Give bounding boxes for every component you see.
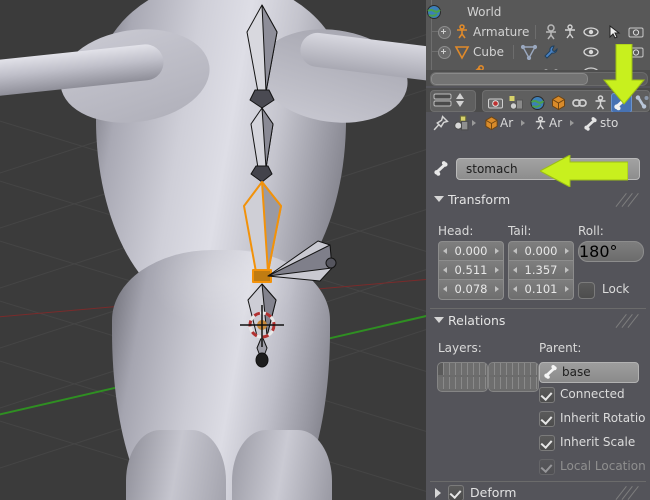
pin-icon[interactable] — [432, 115, 449, 136]
outliner-row-world[interactable]: World — [426, 2, 650, 22]
chevron-down-icon — [434, 317, 444, 323]
bone-icon — [543, 364, 559, 384]
deform-panel-title: Deform — [470, 485, 517, 500]
expand-icon-cube[interactable] — [438, 46, 451, 59]
world-icon — [426, 4, 442, 20]
object-cube-icon — [484, 116, 499, 135]
roll-label: Roll: — [578, 224, 604, 238]
layers-grid-first[interactable] — [437, 362, 488, 392]
outliner-label-cube: Cube — [473, 45, 504, 59]
armature-icon — [454, 24, 470, 40]
inherit-rotation-checkbox[interactable] — [539, 411, 555, 427]
blender-window: World Armature Cube Ar Ar sto stomach Tr… — [0, 0, 650, 500]
roll-value: 180° — [579, 242, 618, 261]
head-z-value: 0.078 — [454, 282, 488, 296]
pose-icon[interactable] — [562, 24, 578, 40]
constraints-tab[interactable] — [569, 93, 590, 113]
armature-data-icon[interactable] — [543, 24, 559, 40]
local-location-checkbox — [539, 459, 555, 475]
parent-field[interactable]: base — [539, 362, 639, 383]
tail-y-field[interactable]: 1.357 — [508, 260, 574, 281]
object-tab[interactable] — [548, 93, 569, 113]
head-y-value: 0.511 — [454, 263, 488, 277]
tail-z-value: 0.101 — [524, 282, 558, 296]
scrollbar-thumb[interactable] — [431, 73, 588, 85]
panel-grip — [615, 486, 646, 500]
connected-checkbox[interactable] — [539, 387, 555, 403]
eye-icon[interactable] — [583, 24, 599, 40]
bone-name-value: stomach — [466, 162, 518, 176]
outliner-label-world: World — [467, 5, 502, 19]
mesh-triangle-icon — [454, 44, 470, 60]
panel-grip — [615, 193, 646, 208]
browse-icon[interactable] — [453, 115, 470, 136]
breadcrumb-item-armature[interactable]: Ar — [549, 116, 562, 130]
lock-checkbox[interactable] — [578, 282, 595, 299]
armature-bones[interactable] — [0, 0, 426, 500]
outliner-row-cube[interactable]: Cube — [426, 42, 650, 62]
editor-type-selector[interactable] — [430, 90, 476, 112]
breadcrumb[interactable]: Ar Ar sto — [426, 112, 650, 136]
parent-value: base — [562, 365, 591, 379]
relations-panel-header[interactable]: Relations — [426, 311, 650, 331]
bone-name-row: stomach — [426, 158, 650, 180]
inherit-rotation-label: Inherit Rotatio — [560, 411, 646, 425]
tail-z-field[interactable]: 0.101 — [508, 279, 574, 300]
head-label: Head: — [438, 224, 474, 238]
head-x-value: 0.000 — [454, 244, 488, 258]
roll-field[interactable]: 180° — [578, 241, 644, 262]
outliner-row-armature[interactable]: Armature — [426, 22, 650, 42]
mesh-data-icon[interactable] — [520, 44, 538, 61]
bone-name-input[interactable]: stomach — [456, 158, 640, 180]
panel-grip — [615, 314, 646, 329]
bone-constraint-tab[interactable] — [632, 93, 650, 113]
chevron-right-icon — [435, 488, 441, 498]
relations-panel-title: Relations — [448, 313, 506, 328]
3d-cursor — [240, 305, 284, 347]
properties-tab-group[interactable] — [482, 90, 650, 113]
armature-tab[interactable] — [590, 93, 611, 113]
expand-icon-armature[interactable] — [438, 26, 451, 39]
scene-tab[interactable] — [506, 93, 527, 113]
properties-tab-bar[interactable] — [426, 88, 650, 113]
connected-label: Connected — [560, 387, 625, 401]
camera-render-icon[interactable] — [628, 24, 644, 40]
render-tab[interactable] — [485, 93, 506, 113]
armature-icon — [533, 116, 548, 135]
tail-y-value: 1.357 — [524, 263, 558, 277]
wrench-modifier-icon[interactable] — [543, 44, 559, 60]
cursor-icon — [607, 24, 623, 40]
outliner-label-armature: Armature — [473, 25, 530, 39]
lock-label: Lock — [602, 282, 630, 296]
properties-column: World Armature Cube Ar Ar sto stomach Tr… — [426, 0, 650, 500]
chevron-down-icon — [434, 196, 444, 202]
transform-panel-header[interactable]: Transform — [426, 190, 650, 210]
bone-icon — [433, 160, 450, 181]
inherit-scale-label: Inherit Scale — [560, 435, 636, 449]
deform-panel-header[interactable]: Deform — [426, 483, 650, 500]
transform-panel-title: Transform — [448, 192, 511, 207]
camera-render-icon[interactable] — [628, 44, 644, 60]
world-tab[interactable] — [527, 93, 548, 113]
inherit-scale-checkbox[interactable] — [539, 435, 555, 451]
head-y-field[interactable]: 0.511 — [438, 260, 504, 281]
eye-icon[interactable] — [583, 44, 599, 60]
outliner-horizontal-scrollbar[interactable] — [426, 70, 650, 86]
head-x-field[interactable]: 0.000 — [438, 241, 504, 262]
tail-label: Tail: — [508, 224, 532, 238]
parent-label: Parent: — [539, 341, 582, 355]
3d-viewport[interactable] — [0, 0, 426, 500]
layers-label: Layers: — [438, 341, 482, 355]
tail-x-value: 0.000 — [524, 244, 558, 258]
breadcrumb-item-object[interactable]: Ar — [500, 116, 513, 130]
tail-x-field[interactable]: 0.000 — [508, 241, 574, 262]
layers-grid-second[interactable] — [488, 362, 539, 392]
deform-checkbox[interactable] — [448, 485, 464, 500]
head-z-field[interactable]: 0.078 — [438, 279, 504, 300]
local-location-label: Local Location — [560, 459, 646, 473]
outliner-panel[interactable]: World Armature Cube — [426, 0, 650, 79]
breadcrumb-item-bone[interactable]: sto — [600, 116, 618, 130]
bone-icon — [583, 116, 599, 136]
bone-tab[interactable] — [611, 93, 632, 113]
